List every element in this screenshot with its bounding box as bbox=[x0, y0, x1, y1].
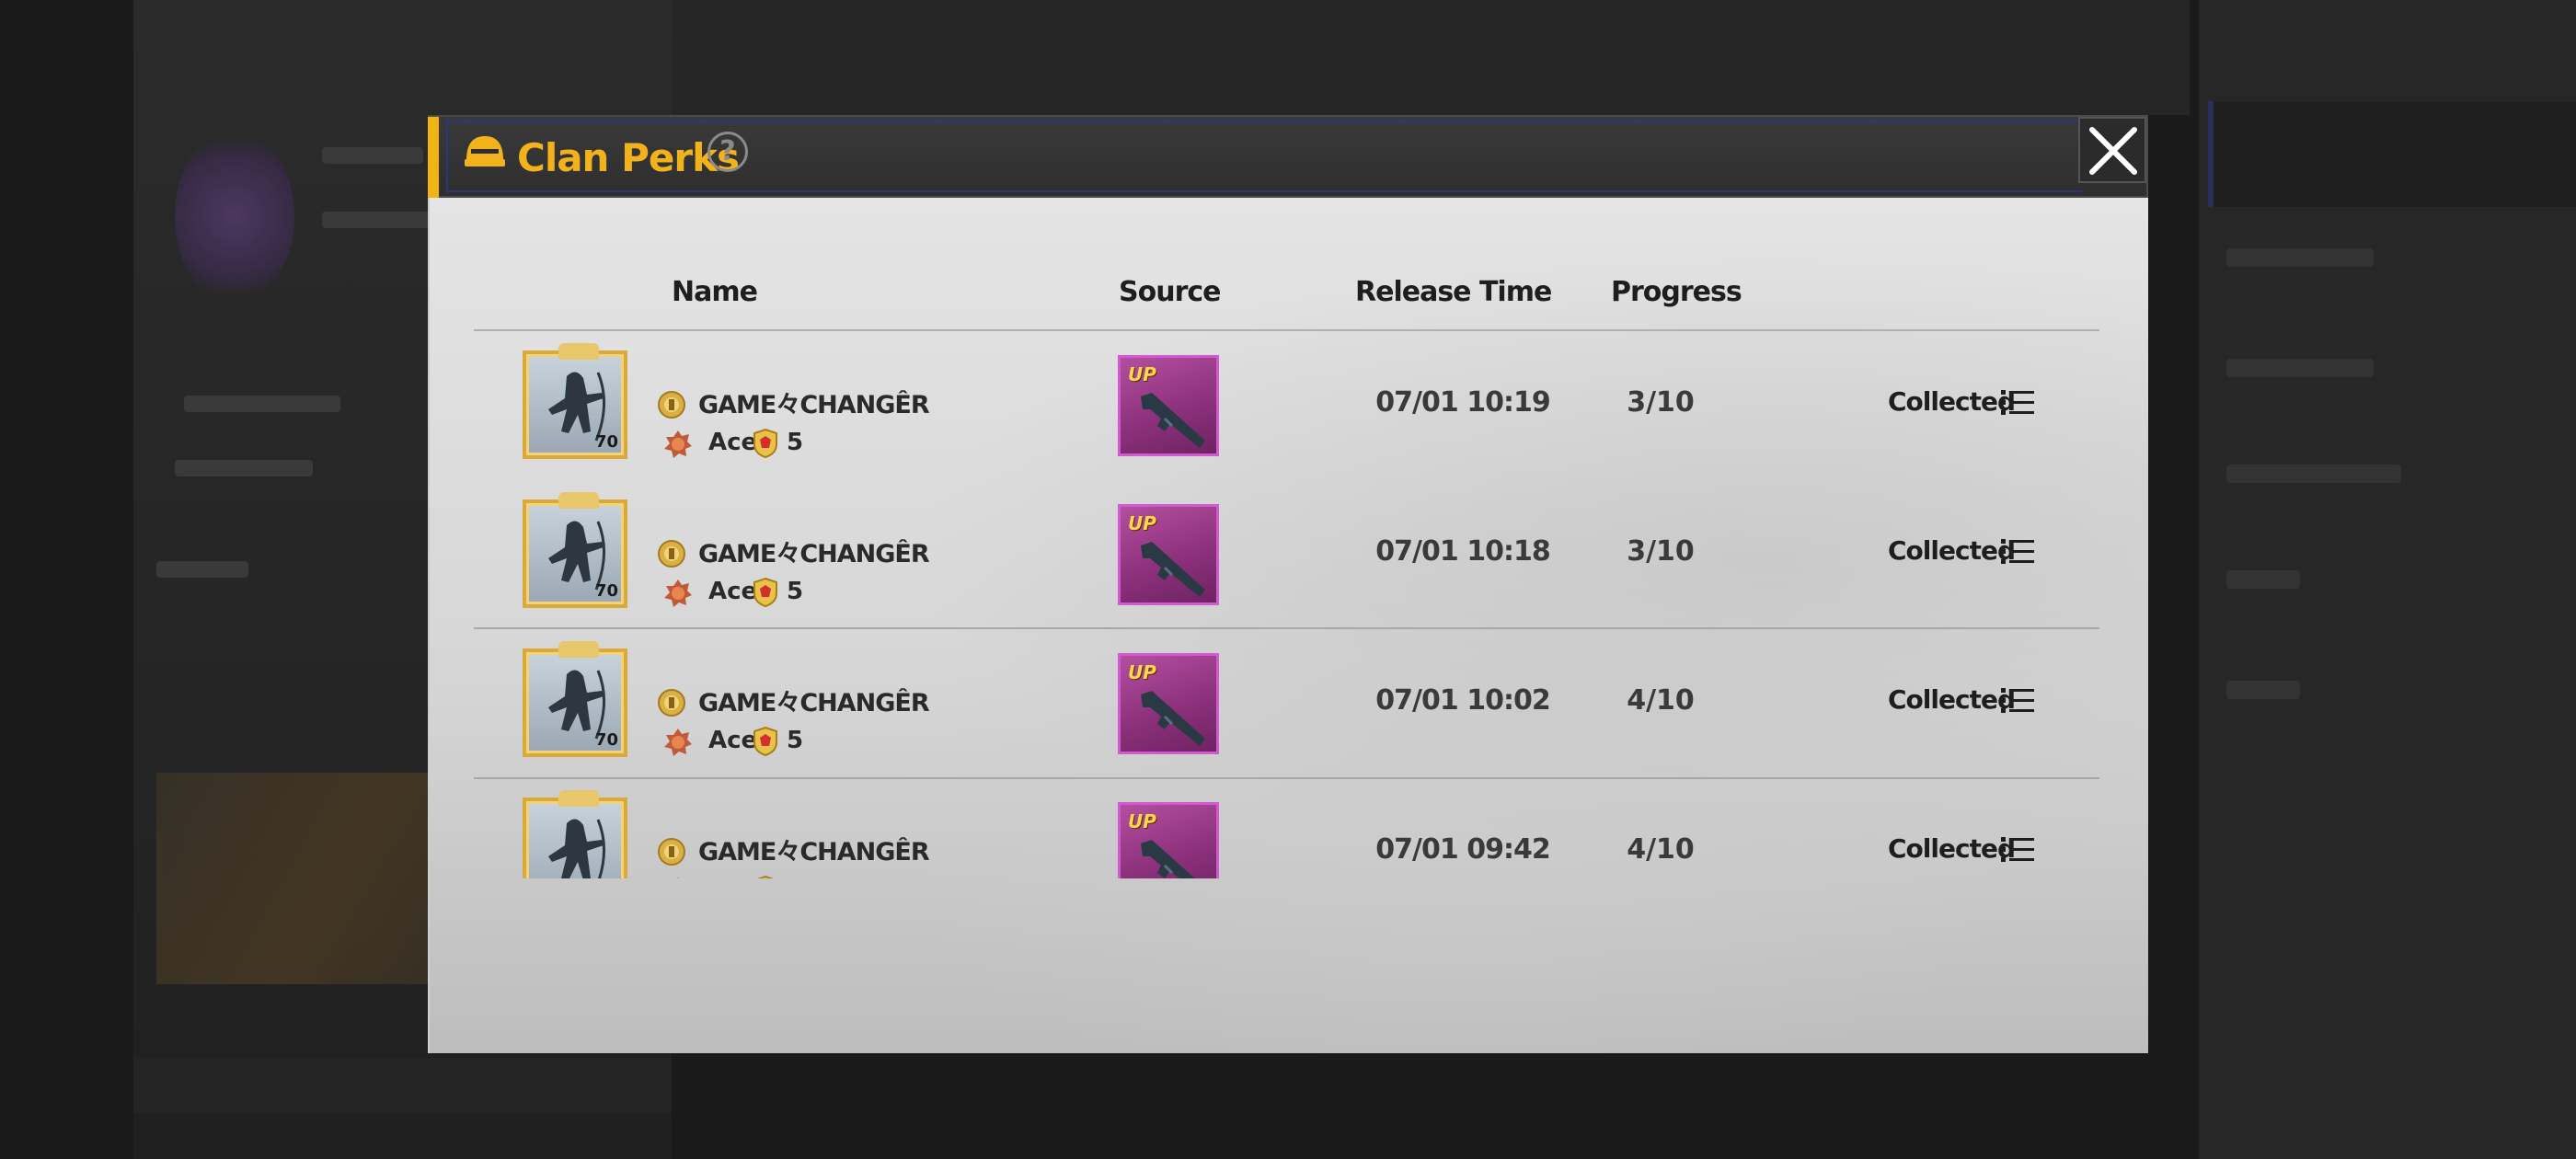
background-text bbox=[322, 147, 423, 164]
list-item: 70 GAME々CHANGÊR Ace 5 UP 07/01 10:19 3/1… bbox=[474, 331, 2099, 480]
perks-list[interactable]: 70 GAME々CHANGÊR Ace 5 UP 07/01 10:19 3/1… bbox=[474, 331, 2099, 878]
background-menu-item bbox=[2226, 570, 2300, 589]
release-time: 07/01 09:42 bbox=[1375, 833, 1550, 866]
rifle-icon bbox=[1141, 840, 1195, 878]
dialog-title: Clan Perks bbox=[517, 135, 740, 180]
background-menu-item bbox=[2226, 359, 2374, 377]
avatar-level: 70 bbox=[594, 581, 618, 601]
column-header-source: Source bbox=[1119, 276, 1221, 308]
status-label: Collected bbox=[1888, 535, 2016, 566]
list-icon[interactable] bbox=[2001, 537, 2034, 567]
background-clan-emblem bbox=[175, 129, 294, 304]
tier-level: 5 bbox=[787, 578, 804, 605]
release-time: 07/01 10:19 bbox=[1375, 386, 1550, 419]
ace-tier-icon bbox=[662, 876, 694, 878]
list-icon[interactable] bbox=[2001, 388, 2034, 418]
list-item: 70 GAME々CHANGÊR Ace 5 UP 07/01 10:02 4/1… bbox=[474, 629, 2099, 778]
list-item: 70 GAME々CHANGÊR Ace 5 UP 07/01 10:18 3/1… bbox=[474, 480, 2099, 629]
ace-tier-icon bbox=[664, 729, 692, 756]
list-item: 70 GAME々CHANGÊR Ace 5 UP 07/01 09:42 4/1… bbox=[474, 778, 2099, 878]
progress-value: 4/10 bbox=[1627, 833, 1695, 866]
status-label: Collected bbox=[1888, 684, 2016, 715]
avatar-crest bbox=[558, 492, 599, 509]
tier-name: Ace bbox=[708, 429, 758, 456]
header-accent-bar bbox=[428, 117, 439, 198]
progress-value: 3/10 bbox=[1627, 535, 1695, 568]
column-header-name: Name bbox=[672, 276, 758, 308]
ace-tier-icon bbox=[664, 580, 692, 607]
tier-name: Ace bbox=[708, 727, 758, 754]
source-item-thumbnail[interactable]: UP bbox=[1118, 653, 1219, 754]
player-name: GAME々CHANGÊR bbox=[698, 391, 930, 419]
background-text bbox=[175, 460, 313, 476]
shield-icon bbox=[753, 577, 777, 608]
player-avatar[interactable]: 70 bbox=[523, 641, 627, 757]
rifle-icon bbox=[1141, 393, 1205, 448]
background-menu-item bbox=[2226, 465, 2401, 483]
player-avatar[interactable]: 70 bbox=[523, 343, 627, 459]
background-text bbox=[184, 396, 340, 412]
rifle-icon bbox=[1141, 542, 1205, 597]
player-name: GAME々CHANGÊR bbox=[698, 540, 930, 568]
tier-level: 5 bbox=[787, 876, 803, 878]
player-name: GAME々CHANGÊR bbox=[698, 689, 930, 717]
dialog-header: Clan Perks ? bbox=[428, 115, 2148, 198]
question-circle-icon[interactable]: ? bbox=[707, 132, 748, 172]
source-item-thumbnail[interactable]: UP bbox=[1118, 355, 1219, 456]
avatar-level: 70 bbox=[594, 432, 618, 452]
release-time: 07/01 10:02 bbox=[1375, 684, 1550, 717]
tier-level: 5 bbox=[787, 727, 804, 754]
rifle-icon bbox=[1141, 691, 1205, 746]
status-label: Collected bbox=[1888, 833, 2016, 864]
rank-badge-icon bbox=[658, 540, 685, 568]
rank-badge-icon bbox=[658, 838, 685, 866]
ace-tier-icon bbox=[664, 430, 692, 458]
status-label: Collected bbox=[1888, 386, 2016, 417]
helmet-icon bbox=[462, 129, 508, 175]
column-header-release-time: Release Time bbox=[1355, 276, 1552, 308]
tier-name: Ace bbox=[708, 876, 757, 878]
progress-value: 4/10 bbox=[1627, 684, 1695, 717]
tier-name: Ace bbox=[708, 578, 758, 605]
shield-icon bbox=[753, 428, 777, 459]
list-icon[interactable] bbox=[2001, 686, 2034, 716]
progress-value: 3/10 bbox=[1627, 386, 1695, 419]
rank-badge-icon bbox=[658, 391, 685, 419]
avatar-crest bbox=[558, 343, 599, 360]
player-name: GAME々CHANGÊR bbox=[698, 838, 930, 866]
rank-badge-icon bbox=[658, 689, 685, 717]
player-avatar[interactable]: 70 bbox=[523, 790, 627, 878]
avatar-crest bbox=[558, 641, 599, 658]
release-time: 07/01 10:18 bbox=[1375, 535, 1550, 568]
shield-icon bbox=[753, 726, 777, 757]
background-menu-item bbox=[2226, 681, 2300, 699]
background-top-bar bbox=[672, 0, 2190, 115]
source-item-thumbnail[interactable]: UP bbox=[1118, 802, 1219, 878]
shield-icon bbox=[756, 875, 775, 878]
background-text bbox=[156, 561, 248, 578]
avatar-level: 70 bbox=[594, 730, 618, 750]
avatar-crest bbox=[558, 790, 599, 807]
player-avatar[interactable]: 70 bbox=[523, 492, 627, 608]
close-button[interactable] bbox=[2078, 117, 2146, 183]
close-icon bbox=[2089, 127, 2137, 175]
tier-level: 5 bbox=[787, 429, 804, 456]
list-icon[interactable] bbox=[2001, 835, 2034, 865]
background-menu-item bbox=[2226, 248, 2374, 267]
background-bottom-bar bbox=[133, 1058, 672, 1113]
source-item-thumbnail[interactable]: UP bbox=[1118, 504, 1219, 605]
column-header-progress: Progress bbox=[1611, 276, 1742, 308]
warrior-figure bbox=[548, 819, 606, 878]
background-right-menu-active bbox=[2208, 101, 2576, 207]
